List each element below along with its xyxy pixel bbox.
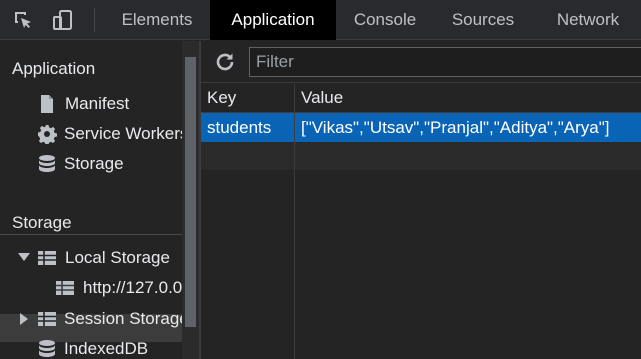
storage-table-panel: Key Value students ["Vikas","Utsav","Pra… — [201, 41, 641, 359]
devtools-toolbar: Elements Application Console Sources Net… — [0, 0, 641, 40]
database-icon — [37, 154, 57, 174]
table-icon — [55, 278, 75, 298]
table-icon — [37, 248, 57, 268]
column-header-value[interactable]: Value — [301, 84, 343, 112]
sidebar-item-label: Service Workers — [64, 124, 182, 143]
tab-sources[interactable]: Sources — [436, 0, 530, 40]
sidebar-divider — [0, 234, 182, 235]
inspect-element-icon[interactable] — [12, 9, 34, 31]
database-icon — [37, 339, 57, 359]
column-divider[interactable] — [294, 84, 295, 359]
sidebar-scrollbar-thumb[interactable] — [185, 57, 196, 327]
column-header-key[interactable]: Key — [207, 84, 236, 112]
table-row[interactable]: students ["Vikas","Utsav","Pranjal","Adi… — [201, 113, 641, 142]
expand-arrow-down-icon[interactable] — [18, 253, 30, 261]
sidebar-scrollbar[interactable] — [182, 41, 199, 359]
sidebar: Application Manifest Service Workers Sto… — [0, 41, 182, 359]
expand-arrow-right-icon[interactable] — [20, 313, 28, 325]
document-icon — [37, 94, 57, 114]
table-row-empty — [201, 142, 641, 170]
table-icon — [37, 309, 57, 329]
filter-input[interactable] — [249, 47, 641, 77]
tab-console[interactable]: Console — [338, 0, 432, 40]
device-toolbar-icon[interactable] — [52, 9, 74, 31]
sidebar-section-storage: Storage — [12, 213, 72, 232]
sidebar-item-label: IndexedDB — [64, 339, 149, 358]
sidebar-section-application: Application — [12, 59, 96, 78]
table-cell-value[interactable]: ["Vikas","Utsav","Pranjal","Aditya","Ary… — [301, 113, 610, 142]
sidebar-item-label: Local Storage — [65, 248, 170, 267]
table-cell-key[interactable]: students — [207, 113, 271, 142]
tab-elements[interactable]: Elements — [106, 0, 208, 40]
toolbar-divider — [94, 8, 95, 32]
tab-application[interactable]: Application — [210, 0, 336, 40]
filter-toolbar — [201, 41, 641, 83]
sidebar-item-label: Storage — [64, 154, 124, 173]
sidebar-item-label: Manifest — [65, 94, 130, 113]
refresh-icon[interactable] — [213, 50, 237, 74]
gear-icon — [37, 124, 57, 144]
sidebar-item-label: http://127.0.0.1 — [83, 278, 182, 297]
key-value-table: Key Value students ["Vikas","Utsav","Pra… — [201, 84, 641, 359]
sidebar-item-label: Session Storage — [64, 309, 182, 328]
tab-network[interactable]: Network — [534, 0, 641, 40]
